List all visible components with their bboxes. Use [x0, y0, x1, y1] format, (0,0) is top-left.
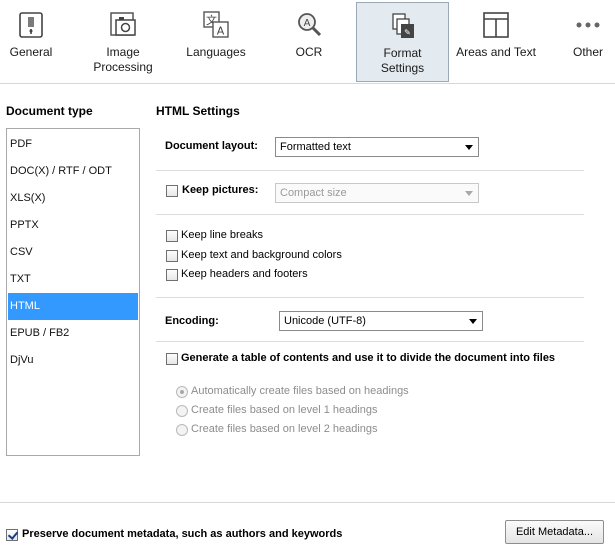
settings-toolbar: General Image Processing 文 A Languages A…: [0, 0, 615, 84]
edit-metadata-button[interactable]: Edit Metadata...: [505, 520, 604, 544]
format-settings-icon: ✎: [391, 13, 414, 38]
keep-headers-checkbox[interactable]: [166, 269, 178, 281]
generate-toc-checkbox[interactable]: [166, 353, 178, 365]
tab-image-processing[interactable]: Image Processing: [84, 2, 162, 82]
doc-type-txt[interactable]: TXT: [8, 266, 138, 293]
tab-general[interactable]: General: [0, 2, 62, 82]
document-layout-label: Document layout:: [165, 140, 258, 152]
footer-separator: [0, 502, 615, 503]
chevron-down-icon: [469, 319, 477, 324]
tab-languages-label: Languages: [186, 45, 246, 59]
radio-level1-headings[interactable]: [176, 405, 188, 417]
keep-pictures-label: Keep pictures:: [182, 184, 259, 196]
image-processing-icon: [110, 12, 136, 36]
html-settings-heading: HTML Settings: [156, 104, 240, 118]
document-layout-select[interactable]: Formatted text: [275, 137, 479, 157]
doc-type-pptx[interactable]: PPTX: [8, 212, 138, 239]
separator: [156, 214, 584, 215]
doc-type-djvu[interactable]: DjVu: [8, 347, 138, 374]
doc-type-xls[interactable]: XLS(X): [8, 185, 138, 212]
doc-type-csv[interactable]: CSV: [8, 239, 138, 266]
radio-level1-headings-label: Create files based on level 1 headings: [191, 404, 378, 416]
radio-auto-headings-label: Automatically create files based on head…: [191, 385, 409, 397]
chevron-down-icon: [465, 191, 473, 196]
keep-headers-label: Keep headers and footers: [181, 268, 308, 280]
separator: [156, 170, 584, 171]
svg-text:A: A: [304, 18, 311, 29]
tab-areas-and-text[interactable]: Areas and Text: [452, 2, 540, 82]
tab-image-processing-label: Image Processing: [93, 45, 153, 74]
doc-type-epub[interactable]: EPUB / FB2: [8, 320, 138, 347]
tab-ocr-label: OCR: [295, 45, 323, 59]
separator: [156, 341, 584, 342]
separator: [156, 297, 584, 298]
tab-format-settings-label: Format Settings: [380, 46, 425, 75]
preserve-metadata-label: Preserve document metadata, such as auth…: [22, 528, 343, 540]
keep-colors-checkbox[interactable]: [166, 250, 178, 262]
doc-type-html[interactable]: HTML: [8, 293, 138, 320]
tab-other-label: Other: [572, 45, 603, 59]
tab-areas-and-text-label: Areas and Text: [456, 45, 536, 59]
tab-other[interactable]: Other: [563, 2, 613, 82]
keep-line-breaks-checkbox[interactable]: [166, 230, 178, 242]
tab-languages[interactable]: 文 A Languages: [180, 2, 252, 82]
document-type-heading: Document type: [6, 104, 93, 118]
document-layout-value: Formatted text: [280, 141, 351, 153]
preserve-metadata-checkbox[interactable]: [6, 529, 18, 541]
radio-auto-headings[interactable]: [176, 386, 188, 398]
keep-line-breaks-label: Keep line breaks: [181, 229, 263, 241]
doc-type-doc[interactable]: DOC(X) / RTF / ODT: [8, 158, 138, 185]
doc-type-pdf[interactable]: PDF: [8, 131, 138, 158]
tab-general-label: General: [9, 45, 53, 59]
keep-pictures-value: Compact size: [280, 187, 347, 199]
areas-text-icon: [483, 12, 509, 38]
radio-level2-headings-label: Create files based on level 2 headings: [191, 423, 378, 435]
general-icon: [19, 12, 43, 38]
svg-text:✎: ✎: [404, 28, 411, 37]
generate-toc-label: Generate a table of contents and use it …: [181, 352, 556, 364]
keep-pictures-select[interactable]: Compact size: [275, 183, 479, 203]
keep-colors-label: Keep text and background colors: [181, 249, 342, 261]
document-type-list: PDF DOC(X) / RTF / ODT XLS(X) PPTX CSV T…: [6, 128, 140, 456]
ocr-icon: A: [298, 13, 322, 37]
svg-text:A: A: [217, 25, 225, 38]
tab-ocr[interactable]: A OCR: [278, 2, 340, 82]
keep-pictures-checkbox[interactable]: [166, 185, 178, 197]
radio-level2-headings[interactable]: [176, 424, 188, 436]
languages-icon: 文 A: [203, 11, 229, 38]
chevron-down-icon: [465, 145, 473, 150]
encoding-label: Encoding:: [165, 315, 219, 327]
tab-format-settings[interactable]: ✎ Format Settings: [356, 2, 449, 82]
encoding-select[interactable]: Unicode (UTF-8): [279, 311, 483, 331]
more-icon: [576, 22, 600, 28]
encoding-value: Unicode (UTF-8): [284, 315, 366, 327]
